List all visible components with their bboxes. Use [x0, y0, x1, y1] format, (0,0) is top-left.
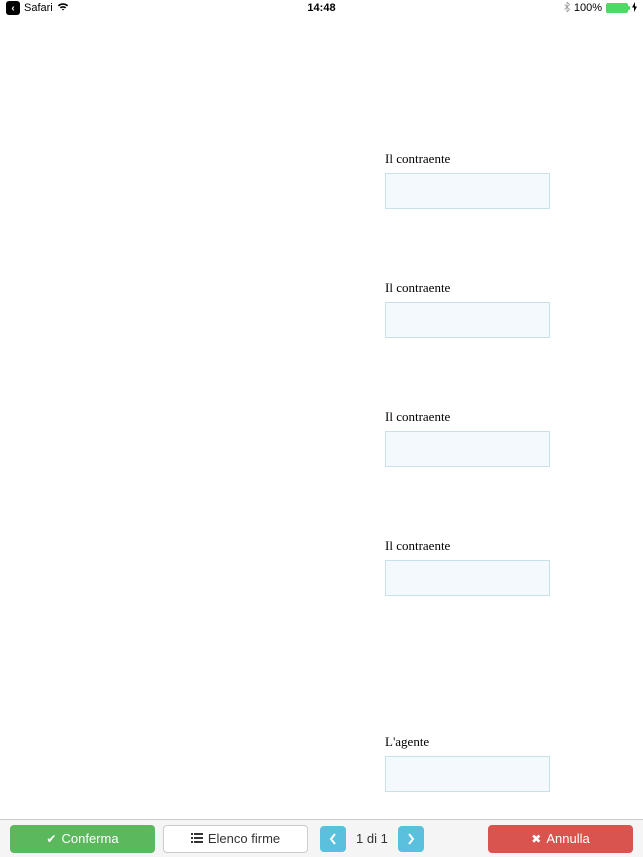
- next-page-button[interactable]: [398, 826, 424, 852]
- signature-block: Il contraente: [385, 151, 550, 209]
- signature-label: Il contraente: [385, 151, 550, 167]
- signature-label: Il contraente: [385, 409, 550, 425]
- signature-block: L'agente: [385, 734, 550, 792]
- page-info: 1 di 1: [352, 831, 392, 846]
- list-label: Elenco firme: [208, 831, 280, 846]
- status-bar: ‹ Safari 14:48 100%: [0, 0, 643, 16]
- bluetooth-icon: [564, 2, 570, 15]
- signature-block: Il contraente: [385, 409, 550, 467]
- document-content: Il contraente Il contraente Il contraente I…: [0, 16, 643, 817]
- signature-box[interactable]: [385, 756, 550, 792]
- signature-block: Il contraente: [385, 538, 550, 596]
- page-nav: 1 di 1: [320, 826, 424, 852]
- confirm-button[interactable]: ✔ Conferma: [10, 825, 155, 853]
- signature-box[interactable]: [385, 302, 550, 338]
- status-time: 14:48: [307, 2, 335, 14]
- check-icon: ✔: [46, 832, 56, 846]
- close-icon: ✖: [531, 832, 541, 846]
- signature-box[interactable]: [385, 560, 550, 596]
- signature-label: L'agente: [385, 734, 550, 750]
- wifi-icon: [57, 2, 69, 14]
- signature-block: Il contraente: [385, 280, 550, 338]
- list-icon: [191, 832, 203, 846]
- charging-icon: [632, 2, 637, 14]
- confirm-label: Conferma: [61, 831, 118, 846]
- cancel-label: Annulla: [546, 831, 589, 846]
- status-left: ‹ Safari: [6, 1, 69, 15]
- battery-icon: [606, 3, 628, 13]
- cancel-button[interactable]: ✖ Annulla: [488, 825, 633, 853]
- list-button[interactable]: Elenco firme: [163, 825, 308, 853]
- signature-box[interactable]: [385, 431, 550, 467]
- signature-label: Il contraente: [385, 538, 550, 554]
- back-app-icon[interactable]: ‹: [6, 1, 20, 15]
- battery-pct: 100%: [574, 2, 602, 14]
- signature-box[interactable]: [385, 173, 550, 209]
- back-app-label[interactable]: Safari: [24, 2, 53, 14]
- toolbar: ✔ Conferma Elenco firme 1 di 1 ✖ Annulla: [0, 819, 643, 857]
- prev-page-button[interactable]: [320, 826, 346, 852]
- signature-label: Il contraente: [385, 280, 550, 296]
- status-right: 100%: [564, 2, 637, 15]
